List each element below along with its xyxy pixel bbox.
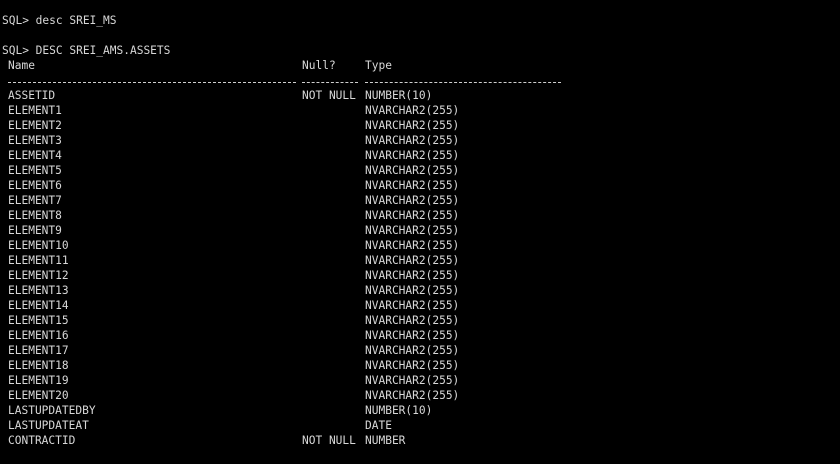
column-name: ELEMENT17 <box>8 344 69 357</box>
column-name: LASTUPDATEAT <box>8 419 89 432</box>
column-type: NVARCHAR2(255) <box>365 314 460 327</box>
table-row: ELEMENT6 NVARCHAR2(255) <box>2 178 838 193</box>
column-type: NUMBER(10) <box>365 404 433 417</box>
header-type: Type <box>365 59 392 72</box>
column-name: ASSETID <box>8 89 56 102</box>
column-name: LASTUPDATEDBY <box>8 404 96 417</box>
column-type: NVARCHAR2(255) <box>365 269 460 282</box>
column-name: ELEMENT14 <box>8 299 69 312</box>
table-row: ELEMENT15 NVARCHAR2(255) <box>2 313 838 328</box>
column-type: NVARCHAR2(255) <box>365 359 460 372</box>
table-row: ELEMENT18 NVARCHAR2(255) <box>2 358 838 373</box>
column-name: ELEMENT4 <box>8 149 62 162</box>
header-separator-row <box>2 73 838 88</box>
column-name: ELEMENT3 <box>8 134 62 147</box>
column-type: NVARCHAR2(255) <box>365 119 460 132</box>
column-name: ELEMENT13 <box>8 284 69 297</box>
column-name: ELEMENT19 <box>8 374 69 387</box>
column-type: NVARCHAR2(255) <box>365 179 460 192</box>
table-row: CONTRACTID NOT NULL NUMBER <box>2 433 838 448</box>
table-row: ELEMENT10 NVARCHAR2(255) <box>2 238 838 253</box>
column-type: NVARCHAR2(255) <box>365 374 460 387</box>
sql-prompt-line: SQL> DESC SREI_AMS.ASSETS <box>2 44 171 57</box>
table-row: ELEMENT17 NVARCHAR2(255) <box>2 343 838 358</box>
header-null: Null? <box>302 59 336 72</box>
table-row: ELEMENT1 NVARCHAR2(255) <box>2 103 838 118</box>
table-row: ELEMENT4 NVARCHAR2(255) <box>2 148 838 163</box>
column-type: NVARCHAR2(255) <box>365 344 460 357</box>
column-type: NVARCHAR2(255) <box>365 389 460 402</box>
column-name: ELEMENT12 <box>8 269 69 282</box>
table-row: ELEMENT16 NVARCHAR2(255) <box>2 328 838 343</box>
column-type: NVARCHAR2(255) <box>365 254 460 267</box>
column-nullability: NOT NULL <box>302 434 356 447</box>
column-type: DATE <box>365 419 392 432</box>
column-type: NVARCHAR2(255) <box>365 104 460 117</box>
table-row: LASTUPDATEDBY NUMBER(10) <box>2 403 838 418</box>
column-type: NVARCHAR2(255) <box>365 329 460 342</box>
header-name: Name <box>8 59 35 72</box>
table-row: ELEMENT12 NVARCHAR2(255) <box>2 268 838 283</box>
table-row: ELEMENT9 NVARCHAR2(255) <box>2 223 838 238</box>
column-name: ELEMENT6 <box>8 179 62 192</box>
column-name: ELEMENT20 <box>8 389 69 402</box>
column-name: ELEMENT2 <box>8 119 62 132</box>
column-name: ELEMENT18 <box>8 359 69 372</box>
column-type: NVARCHAR2(255) <box>365 299 460 312</box>
describe-rows: ASSETID NOT NULL NUMBER(10) ELEMENT1 NVARCHA… <box>2 88 838 448</box>
table-row: ELEMENT19 NVARCHAR2(255) <box>2 373 838 388</box>
column-name: ELEMENT9 <box>8 224 62 237</box>
column-type: NVARCHAR2(255) <box>365 194 460 207</box>
sql-prompt-line: SQL> desc SREI_MS <box>2 14 117 27</box>
table-row: ELEMENT14 NVARCHAR2(255) <box>2 298 838 313</box>
column-name: ELEMENT8 <box>8 209 62 222</box>
table-row: ELEMENT13 NVARCHAR2(255) <box>2 283 838 298</box>
column-type: NUMBER(10) <box>365 89 433 102</box>
column-type: NUMBER <box>365 434 406 447</box>
column-type: NVARCHAR2(255) <box>365 164 460 177</box>
table-row: ASSETID NOT NULL NUMBER(10) <box>2 88 838 103</box>
column-type: NVARCHAR2(255) <box>365 239 460 252</box>
separator-name <box>8 82 296 83</box>
column-type: NVARCHAR2(255) <box>365 224 460 237</box>
column-name: ELEMENT15 <box>8 314 69 327</box>
column-name: ELEMENT7 <box>8 194 62 207</box>
column-name: ELEMENT5 <box>8 164 62 177</box>
column-name: ELEMENT11 <box>8 254 69 267</box>
table-row: ELEMENT8 NVARCHAR2(255) <box>2 208 838 223</box>
column-type: NVARCHAR2(255) <box>365 149 460 162</box>
separator-null <box>302 82 358 83</box>
table-row: ELEMENT7 NVARCHAR2(255) <box>2 193 838 208</box>
table-row: ELEMENT20 NVARCHAR2(255) <box>2 388 838 403</box>
table-row: ELEMENT2 NVARCHAR2(255) <box>2 118 838 133</box>
table-row: ELEMENT3 NVARCHAR2(255) <box>2 133 838 148</box>
separator-type <box>365 82 561 83</box>
column-type: NVARCHAR2(255) <box>365 284 460 297</box>
table-row: ELEMENT5 NVARCHAR2(255) <box>2 163 838 178</box>
table-row: LASTUPDATEAT DATE <box>2 418 838 433</box>
column-name: ELEMENT16 <box>8 329 69 342</box>
column-type: NVARCHAR2(255) <box>365 134 460 147</box>
terminal-output: SQL> desc SREI_MS SQL> DESC SREI_AMS.ASS… <box>2 13 838 463</box>
column-nullability: NOT NULL <box>302 89 356 102</box>
column-name: ELEMENT1 <box>8 104 62 117</box>
column-type: NVARCHAR2(255) <box>365 209 460 222</box>
column-name: ELEMENT10 <box>8 239 69 252</box>
table-row: ELEMENT11 NVARCHAR2(255) <box>2 253 838 268</box>
column-name: CONTRACTID <box>8 434 76 447</box>
describe-header-row: Name Null? Type <box>2 58 838 73</box>
